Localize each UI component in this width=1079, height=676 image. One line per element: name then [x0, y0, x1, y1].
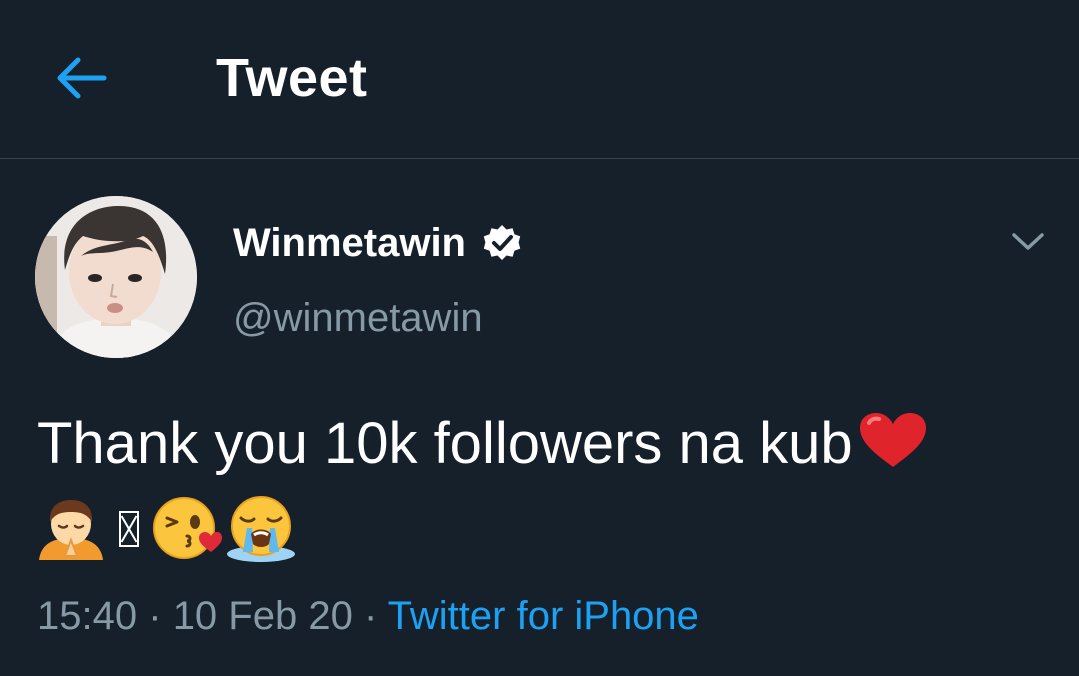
person-bowing-icon: [39, 500, 103, 560]
profile-photo: [35, 196, 197, 358]
top-bar: Tweet: [0, 0, 1079, 159]
meta-separator: ·: [363, 594, 378, 638]
tweet-text-content: Thank you 10k followers na kub: [37, 411, 853, 476]
page-title: Tweet: [216, 48, 368, 108]
missing-glyph-box: [119, 511, 139, 547]
author-handle[interactable]: @winmetawin: [233, 292, 483, 344]
verified-badge-icon: [483, 225, 521, 260]
tweet-menu-button[interactable]: [1004, 218, 1052, 266]
tweet-detail-screen: Tweet Winmetawin @winmetawin Thank you 1…: [0, 0, 1079, 676]
tweet-text: Thank you 10k followers na kub: [37, 408, 929, 480]
loudly-crying-face-icon: [227, 496, 295, 562]
author-display-name[interactable]: Winmetawin: [233, 216, 466, 270]
tweet-meta: 15:40 · 10 Feb 20 · Twitter for iPhone: [37, 590, 699, 642]
tweet-date: 10 Feb 20: [172, 594, 353, 638]
meta-separator: ·: [148, 594, 162, 638]
heart-icon: [859, 413, 926, 467]
back-button[interactable]: [50, 48, 114, 108]
author-name-row[interactable]: Winmetawin: [233, 216, 522, 270]
emoji-row: [37, 494, 299, 564]
chevron-down-icon: [1012, 233, 1044, 250]
avatar[interactable]: [35, 196, 197, 358]
back-arrow-icon: [57, 57, 107, 99]
face-blowing-kiss-icon: [153, 497, 222, 559]
tweet-source-link[interactable]: Twitter for iPhone: [388, 594, 699, 638]
tweet-time: 15:40: [37, 594, 138, 638]
